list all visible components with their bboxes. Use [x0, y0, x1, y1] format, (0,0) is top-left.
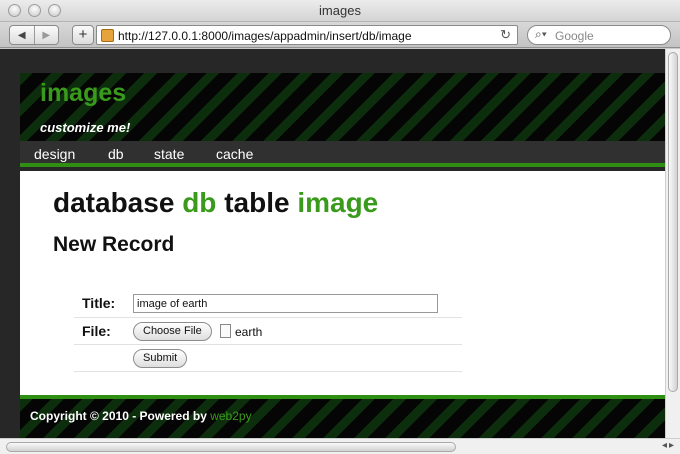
main-menu: design db state cache: [20, 141, 665, 167]
page: images customize me! design db state cac…: [20, 49, 665, 438]
file-label: File:: [82, 323, 111, 339]
form-row-submit: Submit: [74, 346, 462, 372]
title-label: Title:: [82, 295, 116, 311]
heading-database: database: [53, 187, 175, 218]
page-heading: database db table image: [53, 187, 378, 219]
menu-item-db[interactable]: db: [108, 146, 124, 162]
choose-file-button[interactable]: Choose File: [133, 322, 212, 341]
menu-item-state[interactable]: state: [154, 146, 184, 162]
address-bar[interactable]: http://127.0.0.1:8000/images/appadmin/in…: [96, 25, 518, 45]
site-title: images: [40, 79, 127, 107]
browser-toolbar: ◀ ▶ + http://127.0.0.1:8000/images/appad…: [0, 22, 680, 48]
window-titlebar: images: [0, 0, 680, 22]
scroll-arrows-icon[interactable]: ◂▸: [662, 440, 676, 451]
heading-table: table: [224, 187, 290, 218]
page-subheading: New Record: [53, 233, 175, 256]
search-field[interactable]: ⌕▾ Google: [527, 25, 671, 45]
heading-image-link[interactable]: image: [297, 187, 378, 218]
site-favicon-icon: [101, 29, 114, 42]
back-button[interactable]: ◀: [10, 26, 34, 44]
reload-icon[interactable]: ↻: [500, 27, 511, 43]
copyright-text: Copyright © 2010 - Powered by: [30, 409, 211, 423]
site-header: images customize me!: [20, 73, 665, 141]
vertical-scrollbar[interactable]: [665, 49, 680, 438]
file-icon: [220, 324, 231, 338]
horizontal-scrollbar[interactable]: ◂▸: [0, 438, 680, 454]
site-subtitle: customize me!: [40, 120, 131, 135]
heading-db-link[interactable]: db: [182, 187, 216, 218]
vertical-scroll-thumb[interactable]: [668, 52, 678, 392]
menu-item-cache[interactable]: cache: [216, 146, 253, 162]
window-title: images: [319, 3, 361, 18]
add-bookmark-button[interactable]: +: [72, 25, 94, 45]
form-row-title: Title:: [74, 292, 462, 318]
horizontal-scroll-thumb[interactable]: [6, 442, 456, 452]
main-content: database db table image New Record Title…: [20, 171, 665, 395]
footer-text: Copyright © 2010 - Powered by web2py: [30, 409, 252, 423]
form-row-file: File: Choose File earth: [74, 319, 462, 345]
forward-button[interactable]: ▶: [33, 26, 59, 44]
menu-item-design[interactable]: design: [34, 146, 75, 162]
url-text: http://127.0.0.1:8000/images/appadmin/in…: [118, 29, 412, 43]
search-icon: ⌕▾: [535, 27, 547, 41]
nav-buttons: ◀ ▶: [9, 25, 59, 45]
site-footer: Copyright © 2010 - Powered by web2py: [20, 395, 665, 438]
search-placeholder: Google: [555, 29, 594, 43]
submit-button[interactable]: Submit: [133, 349, 188, 368]
selected-file-name: earth: [235, 325, 263, 339]
page-viewport: images customize me! design db state cac…: [0, 49, 665, 438]
web2py-link[interactable]: web2py: [210, 409, 251, 423]
title-input[interactable]: [133, 294, 438, 313]
